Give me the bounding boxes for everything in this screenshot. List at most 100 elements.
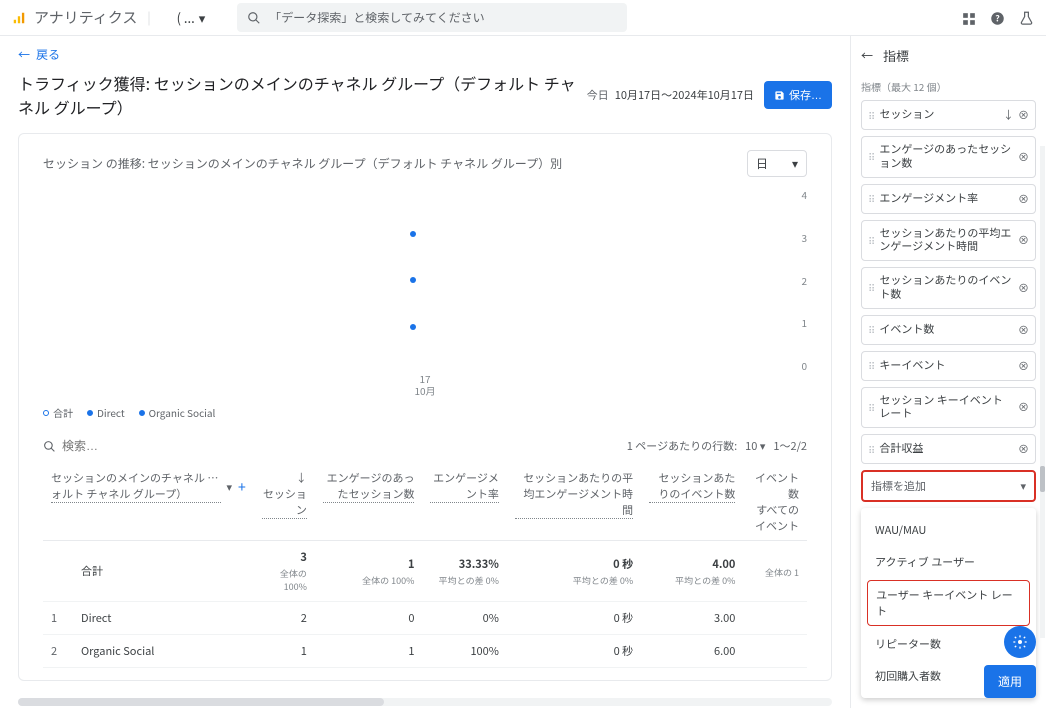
cell: 1 — [315, 635, 423, 668]
app-logo[interactable]: アナリティクス — [12, 7, 137, 28]
date-range-picker[interactable]: 今日 10月17日～2024年10月17日 — [587, 87, 754, 103]
metric-name: エンゲージのあったセッション数 — [879, 143, 1014, 171]
row-index: 2 — [43, 635, 73, 668]
remove-metric-icon[interactable]: ⊗ — [1018, 191, 1029, 207]
back-icon[interactable]: ← — [861, 47, 873, 64]
drag-handle-icon[interactable]: ⠿ — [868, 322, 875, 337]
table-row[interactable]: 1Direct200%0 秒3.00 — [43, 602, 807, 635]
cell: 100% — [422, 635, 506, 668]
metric-chip[interactable]: ⠿ セッションあたりのイベント数⊗ — [861, 267, 1036, 309]
totals-cell: 全体の 1 — [743, 541, 807, 602]
metric-option[interactable]: アクティブ ユーザー — [861, 546, 1036, 578]
cell: 2 — [254, 602, 315, 635]
apply-button[interactable]: 適用 — [984, 665, 1036, 698]
legend-dot-icon — [43, 410, 49, 416]
metric-name: セッションあたりの平均エンゲージメント時間 — [879, 227, 1014, 255]
remove-metric-icon[interactable]: ⊗ — [1018, 107, 1029, 123]
x-tick-month: 10月 — [414, 385, 435, 397]
totals-cell: 0 秒平均との差 0% — [507, 541, 641, 602]
search-icon — [43, 440, 56, 453]
table-row[interactable]: 2Organic Social11100%0 秒6.00 — [43, 635, 807, 668]
metric-chip[interactable]: ⠿ セッションあたりの平均エンゲージメント時間⊗ — [861, 220, 1036, 262]
remove-metric-icon[interactable]: ⊗ — [1018, 280, 1029, 296]
scrollbar-thumb[interactable] — [18, 698, 384, 706]
totals-cell: 33.33%平均との差 0% — [422, 541, 506, 602]
metric-name: セッション — [879, 108, 999, 122]
table-search-input[interactable] — [62, 439, 182, 453]
remove-metric-icon[interactable]: ⊗ — [1018, 441, 1029, 457]
metric-option[interactable]: WAU/MAU — [861, 514, 1036, 546]
col-events-per-session[interactable]: セッションあたりのイベント数 — [649, 470, 735, 503]
scrollbar-thumb[interactable] — [1040, 466, 1045, 492]
add-metric-dropdown[interactable]: 指標を追加 ▾ — [861, 470, 1036, 502]
cell: 0% — [422, 602, 506, 635]
metric-chip[interactable]: ⠿セッション キーイベント レート⊗ — [861, 387, 1036, 429]
drag-handle-icon[interactable]: ⠿ — [868, 191, 875, 206]
remove-metric-icon[interactable]: ⊗ — [1018, 149, 1029, 165]
col-event-count[interactable]: イベント数 すべてのイベント — [755, 470, 799, 534]
help-icon[interactable]: ? — [990, 9, 1005, 26]
horizontal-scrollbar[interactable] — [18, 698, 832, 706]
back-link[interactable]: ← 戻る — [18, 46, 832, 63]
drag-handle-icon[interactable]: ⠿ — [868, 442, 875, 457]
legend-item[interactable]: Organic Social — [139, 405, 216, 420]
arrow-left-icon: ← — [18, 46, 30, 63]
remove-metric-icon[interactable]: ⊗ — [1018, 399, 1029, 415]
metric-name: キーイベント — [879, 359, 1014, 373]
rows-per-page-select[interactable]: 10 ▾ — [745, 438, 765, 454]
chart: 43210 17 10月 — [43, 187, 807, 397]
add-dimension-button[interactable]: + — [238, 477, 246, 497]
legend-label: Direct — [97, 405, 125, 420]
col-sessions[interactable]: セッション — [262, 486, 307, 519]
col-engagement-rate[interactable]: エンゲージメント率 — [430, 470, 498, 503]
totals-cell: 1全体の 100% — [315, 541, 423, 602]
metric-chip[interactable]: ⠿ エンゲージのあったセッション数⊗ — [861, 136, 1036, 178]
labs-icon[interactable] — [1019, 9, 1034, 26]
apps-icon[interactable] — [962, 9, 976, 26]
table-search[interactable] — [43, 439, 619, 453]
remove-metric-icon[interactable]: ⊗ — [1018, 322, 1029, 338]
metric-chip[interactable]: ⠿セッション↓⊗ — [861, 100, 1036, 130]
chevron-down-icon[interactable]: ▾ — [227, 479, 233, 495]
y-tick: 4 — [787, 187, 807, 202]
data-table: セッションのメインのチャネル …ォルト チャネル グループ） ▾ + ↓ セッシ… — [43, 466, 807, 668]
search-box[interactable]: 「データ探索」と検索してみてください — [237, 3, 627, 32]
metric-chip[interactable]: ⠿ キーイベント ⊗ — [861, 351, 1036, 381]
account-selector[interactable]: ( ... ▾ — [169, 4, 214, 31]
metric-chip[interactable]: ⠿イベント数⊗ — [861, 315, 1036, 345]
cell — [743, 602, 807, 635]
metric-name: エンゲージメント率 — [879, 192, 1014, 206]
metric-option[interactable]: ユーザー キーイベント レート — [867, 580, 1030, 626]
side-scrollbar[interactable] — [1040, 146, 1045, 638]
page-title: トラフィック獲得: セッションのメインのチャネル グループ（デフォルト チャネル… — [18, 71, 577, 119]
drag-handle-icon[interactable]: ⠿ — [868, 280, 875, 295]
drag-handle-icon[interactable]: ⠿ — [868, 358, 875, 373]
drag-handle-icon[interactable]: ⠿ — [868, 108, 875, 123]
legend-dot-icon — [87, 410, 93, 416]
remove-metric-icon[interactable]: ⊗ — [1018, 232, 1029, 248]
metric-name: セッションあたりのイベント数 — [879, 274, 1014, 302]
data-point[interactable] — [410, 324, 416, 330]
metric-chip[interactable]: ⠿ エンゲージメント率 ⊗ — [861, 184, 1036, 214]
app-name: アナリティクス — [34, 7, 137, 28]
data-point[interactable] — [410, 231, 416, 237]
granularity-select[interactable]: 日 ▾ — [747, 150, 807, 177]
chart-card: セッション の推移: セッションのメインのチャネル グループ（デフォルト チャネ… — [18, 133, 832, 681]
remove-metric-icon[interactable]: ⊗ — [1018, 358, 1029, 374]
sort-desc-icon[interactable]: ↓ — [296, 470, 307, 486]
save-button[interactable]: 保存… — [764, 81, 832, 109]
legend-dot-icon — [139, 410, 145, 416]
customize-fab[interactable] — [1004, 626, 1036, 658]
drag-handle-icon[interactable]: ⠿ — [868, 149, 875, 164]
data-point[interactable] — [410, 277, 416, 283]
metric-chip[interactable]: ⠿合計収益⊗ — [861, 434, 1036, 464]
drag-handle-icon[interactable]: ⠿ — [868, 233, 875, 248]
col-engaged-sessions[interactable]: エンゲージのあったセッション数 — [323, 470, 415, 503]
legend-item[interactable]: Direct — [87, 405, 125, 420]
chart-legend: 合計 Direct Organic Social — [43, 405, 807, 420]
drag-handle-icon[interactable]: ⠿ — [868, 400, 875, 415]
legend-item[interactable]: 合計 — [43, 405, 73, 420]
cell: 3.00 — [641, 602, 743, 635]
totals-label: 合計 — [73, 541, 254, 602]
col-avg-engagement-time[interactable]: セッションあたりの平均エンゲージメント時間 — [515, 470, 633, 519]
